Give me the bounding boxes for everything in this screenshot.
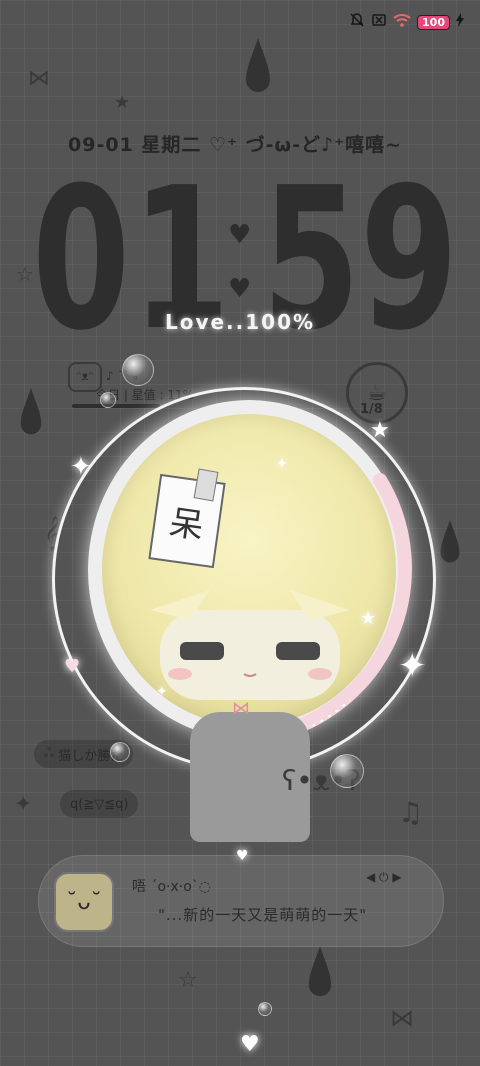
bubble-icon <box>110 742 130 762</box>
star-icon: ★ <box>370 418 390 443</box>
bubble-icon <box>258 1002 272 1016</box>
bubble-icon <box>122 354 154 386</box>
sparkle-icon: ✦ <box>70 452 92 482</box>
pink-bow-icon: ⋈ <box>232 698 250 719</box>
sparkle-icon: ✦ <box>156 684 168 700</box>
star-icon: ★ <box>360 608 377 629</box>
note-card-char: 呆 <box>166 502 207 547</box>
face-text: q(≧▽≦q) <box>70 796 129 812</box>
music-lyric: "...新的一天又是萌萌的一天" <box>158 906 368 924</box>
music-controls[interactable]: ◀ ⏻ ▶ <box>366 870 402 885</box>
music-avatar[interactable]: ˘ᴗ˘ <box>54 872 114 932</box>
bubble-icon <box>330 754 364 788</box>
sparkle-icon: ✦ <box>398 646 427 686</box>
chibi-character <box>150 590 350 700</box>
paw-icon: ஃ <box>44 746 55 761</box>
music-title: 唔 ˊo·x·oˋ◌ <box>132 879 211 895</box>
bubble-icon <box>100 392 116 408</box>
heart-icon: ♥ <box>64 656 81 677</box>
heart-icon: ♥ <box>240 1032 260 1057</box>
wink-face-icon: ˘ᴗ˘ <box>66 889 102 915</box>
face-text-pill: q(≧▽≦q) <box>60 790 139 818</box>
sparkle-icon: ✦ <box>276 456 288 472</box>
